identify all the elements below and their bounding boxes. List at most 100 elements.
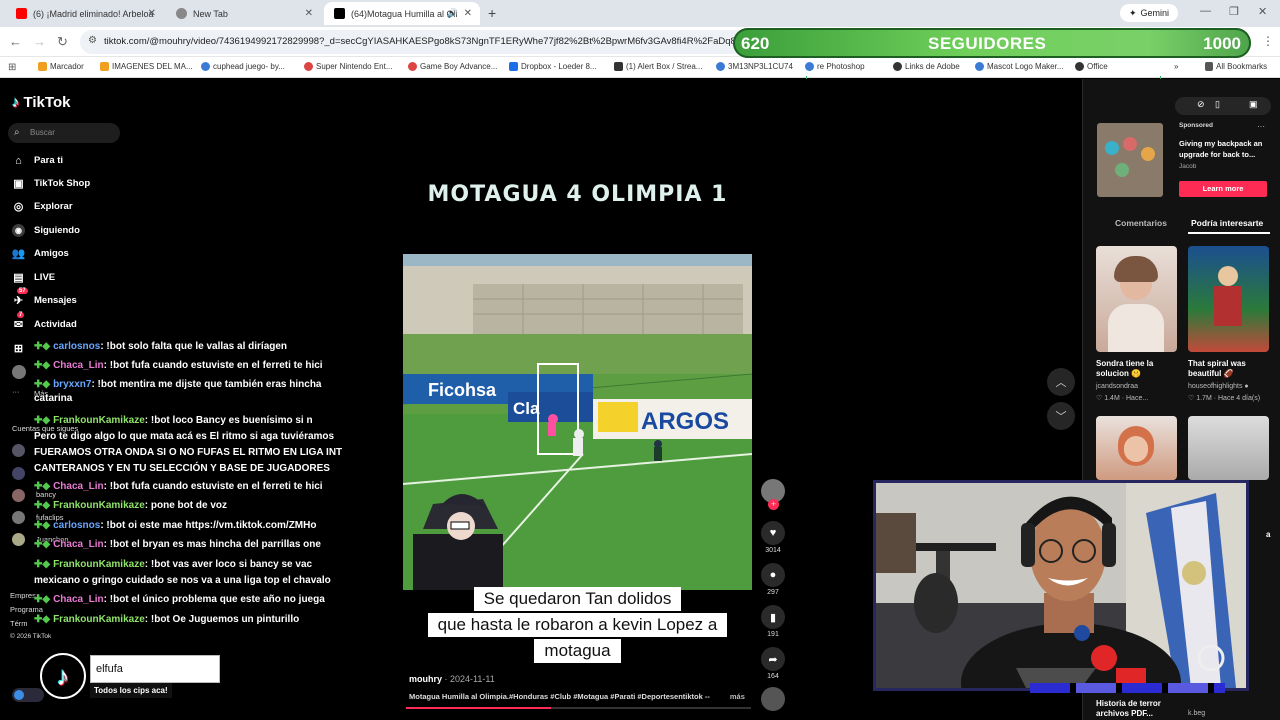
toggle-pill[interactable] (12, 688, 44, 702)
nav-actividad[interactable]: ✉ 7 Actividad (12, 312, 77, 331)
footer-link[interactable]: Térm (10, 619, 28, 628)
profile-avatar[interactable] (12, 365, 26, 379)
nav-siguiendo[interactable]: ◉ Siguiendo (12, 224, 80, 237)
video-thumbnail[interactable] (1096, 246, 1177, 352)
avatar[interactable] (12, 444, 25, 457)
avatar[interactable] (12, 467, 25, 480)
compass-icon[interactable]: ⊘ (1197, 99, 1205, 110)
bookmark-item[interactable]: cuphead juego- by... (201, 62, 285, 71)
apps-grid-icon[interactable]: ⊞ (8, 62, 16, 73)
tab-youtube[interactable]: (6) ¡Madrid eliminado! Arbeloa ✕ (6, 2, 164, 25)
bookmark-item[interactable]: 3M13NP3L1CU74 (716, 62, 793, 71)
card-author[interactable]: houseofhighlights ● (1188, 383, 1249, 390)
bookmark-item[interactable]: Marcador (38, 62, 84, 71)
more-bookmarks-icon[interactable]: » (1174, 62, 1178, 71)
bookmark-item[interactable]: Links de Adobe (893, 62, 960, 71)
like-button[interactable]: ♥ 3014 (760, 521, 786, 554)
tv-icon[interactable]: ▣ (1249, 99, 1258, 110)
share-button[interactable]: ➦ 164 (760, 647, 786, 680)
more-link[interactable]: más (730, 692, 745, 701)
bookmark-item[interactable]: Office (1075, 62, 1108, 71)
tiktok-app: ♪ TikTok ⌕ Buscar ⌂ Para ti ▣ TikTok Shop … (0, 79, 1280, 720)
close-window-icon[interactable]: ✕ (1258, 5, 1267, 18)
previous-video-button[interactable]: ︿ (1047, 368, 1075, 396)
avatar[interactable] (12, 511, 25, 524)
card-title[interactable]: Historia de terror archivos PDF... (1096, 699, 1180, 719)
nav-label: LIVE (34, 272, 56, 283)
save-button[interactable]: ▮ 191 (760, 605, 786, 638)
menu-icon[interactable]: ⋮ (1262, 34, 1274, 48)
activity-icon: ✉ (13, 319, 24, 331)
video-progress-bar[interactable] (406, 707, 751, 709)
reload-icon[interactable]: ↻ (57, 34, 68, 50)
video-thumbnail[interactable] (1188, 416, 1269, 480)
nav-live[interactable]: ▤ LIVE (12, 271, 55, 284)
next-video-button[interactable]: ﹀ (1047, 402, 1075, 430)
bookmark-item[interactable]: Game Boy Advance... (408, 62, 497, 71)
video-caption: Se quedaron Tan dolidos que hasta le roba… (403, 586, 752, 664)
nav-tiktok-shop[interactable]: ▣ TikTok Shop (12, 177, 90, 190)
ad-author[interactable]: Jacob (1179, 163, 1196, 170)
video-player[interactable]: Ficohsa Cla ARGOS (403, 254, 752, 590)
bookmark-item[interactable]: re Photoshop (805, 62, 865, 71)
nav-amigos[interactable]: 👥 Amigos (12, 247, 69, 260)
close-icon[interactable]: ✕ (148, 8, 156, 19)
tab-tiktok-active[interactable]: (64)Motagua Humilla al Oli 🔊 ✕ (324, 2, 480, 25)
following-icon: ◉ (12, 224, 25, 237)
bookmark-item[interactable]: Mascot Logo Maker... (975, 62, 1063, 71)
back-arrow-icon[interactable]: ← (9, 34, 22, 49)
tab-comentarios[interactable]: Comentarios (1115, 218, 1167, 228)
bookmark-item[interactable]: IMAGENES DEL MA... (100, 62, 193, 71)
followers-label: SEGUIDORES (928, 34, 1047, 53)
nav-upload[interactable]: ⊞ (12, 342, 25, 355)
nav-explorar[interactable]: ◎ Explorar (12, 200, 73, 213)
forward-arrow-icon[interactable]: → (33, 34, 46, 49)
bookmark-item[interactable]: Super Nintendo Ent... (304, 62, 393, 71)
avatar[interactable] (12, 489, 25, 502)
bookmark-item[interactable]: All Bookmarks (1205, 62, 1267, 71)
follow-plus-icon[interactable]: + (768, 499, 779, 510)
more-dots-icon[interactable]: ··· (12, 387, 20, 396)
tiktok-logo[interactable]: ♪ TikTok (12, 94, 70, 111)
caption-line: que hasta le robaron a kevin Lopez a (427, 613, 728, 637)
browser-tab-bar: (6) ¡Madrid eliminado! Arbeloa ✕ New Tab… (0, 0, 1280, 27)
nav-para-ti[interactable]: ⌂ Para ti (12, 154, 63, 167)
new-tab-button[interactable]: + (488, 5, 496, 21)
avatar[interactable] (12, 533, 25, 546)
card-title[interactable]: That spiral was beautiful 🏈 (1188, 359, 1272, 379)
speaker-icon[interactable]: 🔊 (447, 8, 458, 19)
close-icon[interactable]: ✕ (305, 8, 313, 19)
search-input[interactable]: ⌕ Buscar (8, 123, 120, 143)
card-author[interactable]: k.beg (1188, 710, 1205, 717)
ad-title[interactable]: Giving my backpack an upgrade for back t… (1179, 138, 1271, 160)
chat-message: ✚◆ FrankounKamikaze: pone bot de voz (34, 500, 227, 511)
bookmark-item[interactable]: (1) Alert Box / Strea... (614, 62, 702, 71)
footer-link[interactable]: Programa (10, 605, 43, 614)
card-author[interactable]: jcandsondraa (1096, 383, 1138, 390)
learn-more-button[interactable]: Learn more (1179, 181, 1267, 197)
followers-goal: 1000 (1203, 34, 1241, 53)
card-title[interactable]: Sondra tiene la solucion 🤫 (1096, 359, 1180, 379)
minimize-icon[interactable]: — (1200, 5, 1211, 17)
video-author[interactable]: mouhry · 2024-11-11 (409, 674, 495, 684)
comment-button[interactable]: ● 297 (760, 563, 786, 596)
nav-label: Explorar (34, 201, 73, 212)
site-info-icon[interactable]: ⚙ (88, 35, 97, 46)
soccer-field-image: Ficohsa Cla ARGOS (403, 254, 752, 590)
more-options-icon[interactable]: ··· (1257, 122, 1265, 131)
phone-icon[interactable]: ▯ (1215, 99, 1220, 110)
nav-mensajes[interactable]: ✈ 57 Mensajes (12, 288, 77, 307)
gemini-button[interactable]: ✦ Gemini (1120, 4, 1178, 22)
music-disc[interactable] (760, 687, 786, 713)
video-thumbnail[interactable] (1096, 416, 1177, 480)
video-thumbnail[interactable] (1188, 246, 1269, 352)
tab-podria-interesarte[interactable]: Podría interesarte (1191, 218, 1263, 228)
tab-new-tab[interactable]: New Tab ✕ (166, 2, 321, 25)
sponsored-thumbnail[interactable] (1097, 123, 1163, 197)
author-name[interactable]: mouhry (409, 674, 442, 684)
creator-avatar[interactable]: + (760, 479, 786, 510)
bookmark-item[interactable]: Dropbox - Loeder 8... (509, 62, 597, 71)
url-text[interactable]: tiktok.com/@mouhry/video/743619499217282… (104, 36, 744, 47)
close-icon[interactable]: ✕ (464, 8, 472, 19)
maximize-icon[interactable]: ❐ (1229, 5, 1239, 18)
